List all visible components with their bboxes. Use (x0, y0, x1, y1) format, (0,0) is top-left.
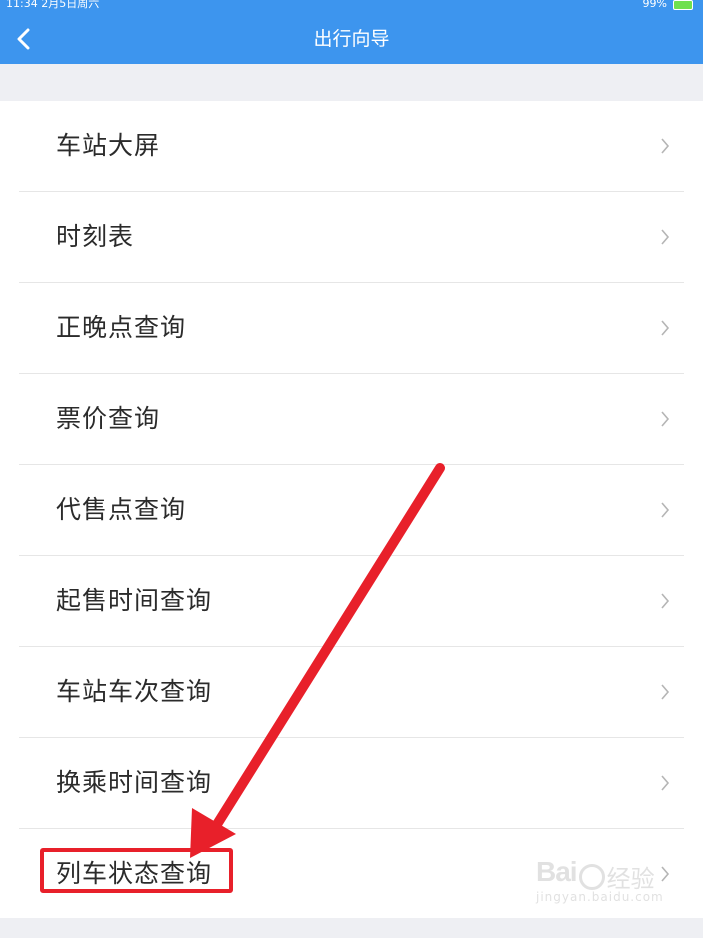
menu-item-delay-query[interactable]: 正晚点查询 (19, 283, 684, 374)
status-indicators: 99% (643, 0, 693, 10)
status-date: 2月5日周六 (41, 0, 100, 10)
menu-item-fare-query[interactable]: 票价查询 (19, 374, 684, 465)
chevron-right-icon (661, 411, 670, 427)
chevron-right-icon (661, 138, 670, 154)
watermark-brand-suffix: 经验 (606, 865, 655, 893)
menu-item-transfer-time-query[interactable]: 换乘时间查询 (19, 738, 684, 829)
menu-item-label: 正晚点查询 (56, 313, 187, 342)
battery-icon (673, 0, 693, 10)
baidu-watermark: Bai 经验 jingyan.baidu.com (536, 856, 686, 916)
nav-bar: 出行向导 (0, 14, 703, 64)
menu-list: 车站大屏 时刻表 正晚点查询 票价查询 代售点查询 起售时间查询 车站车次查询 … (0, 101, 703, 918)
menu-item-timetable[interactable]: 时刻表 (19, 192, 684, 283)
menu-item-agency-query[interactable]: 代售点查询 (19, 465, 684, 556)
chevron-right-icon (661, 775, 670, 791)
menu-item-label: 票价查询 (56, 404, 161, 433)
menu-item-label: 车站大屏 (56, 131, 161, 160)
page-title: 出行向导 (313, 28, 390, 50)
highlight-box (40, 848, 233, 893)
chevron-right-icon (661, 229, 670, 245)
menu-item-label: 时刻表 (56, 222, 135, 251)
watermark-url: jingyan.baidu.com (536, 890, 664, 904)
chevron-right-icon (661, 684, 670, 700)
chevron-right-icon (661, 593, 670, 609)
status-time-date: 11:34 2月5日周六 (6, 0, 99, 10)
chevron-right-icon (661, 320, 670, 336)
menu-item-station-screen[interactable]: 车站大屏 (19, 101, 684, 192)
battery-percent: 99% (642, 0, 667, 10)
menu-item-label: 代售点查询 (56, 495, 187, 524)
menu-item-label: 起售时间查询 (56, 586, 213, 615)
chevron-right-icon (661, 502, 670, 518)
status-bar: 11:34 2月5日周六 99% (0, 0, 703, 14)
menu-item-sale-time-query[interactable]: 起售时间查询 (19, 556, 684, 647)
menu-item-station-train-query[interactable]: 车站车次查询 (19, 647, 684, 738)
status-time: 11:34 (6, 0, 38, 10)
watermark-brand: Bai (536, 856, 578, 887)
menu-item-label: 车站车次查询 (56, 677, 213, 706)
menu-item-label: 换乘时间查询 (56, 768, 213, 797)
paw-icon (578, 863, 605, 890)
